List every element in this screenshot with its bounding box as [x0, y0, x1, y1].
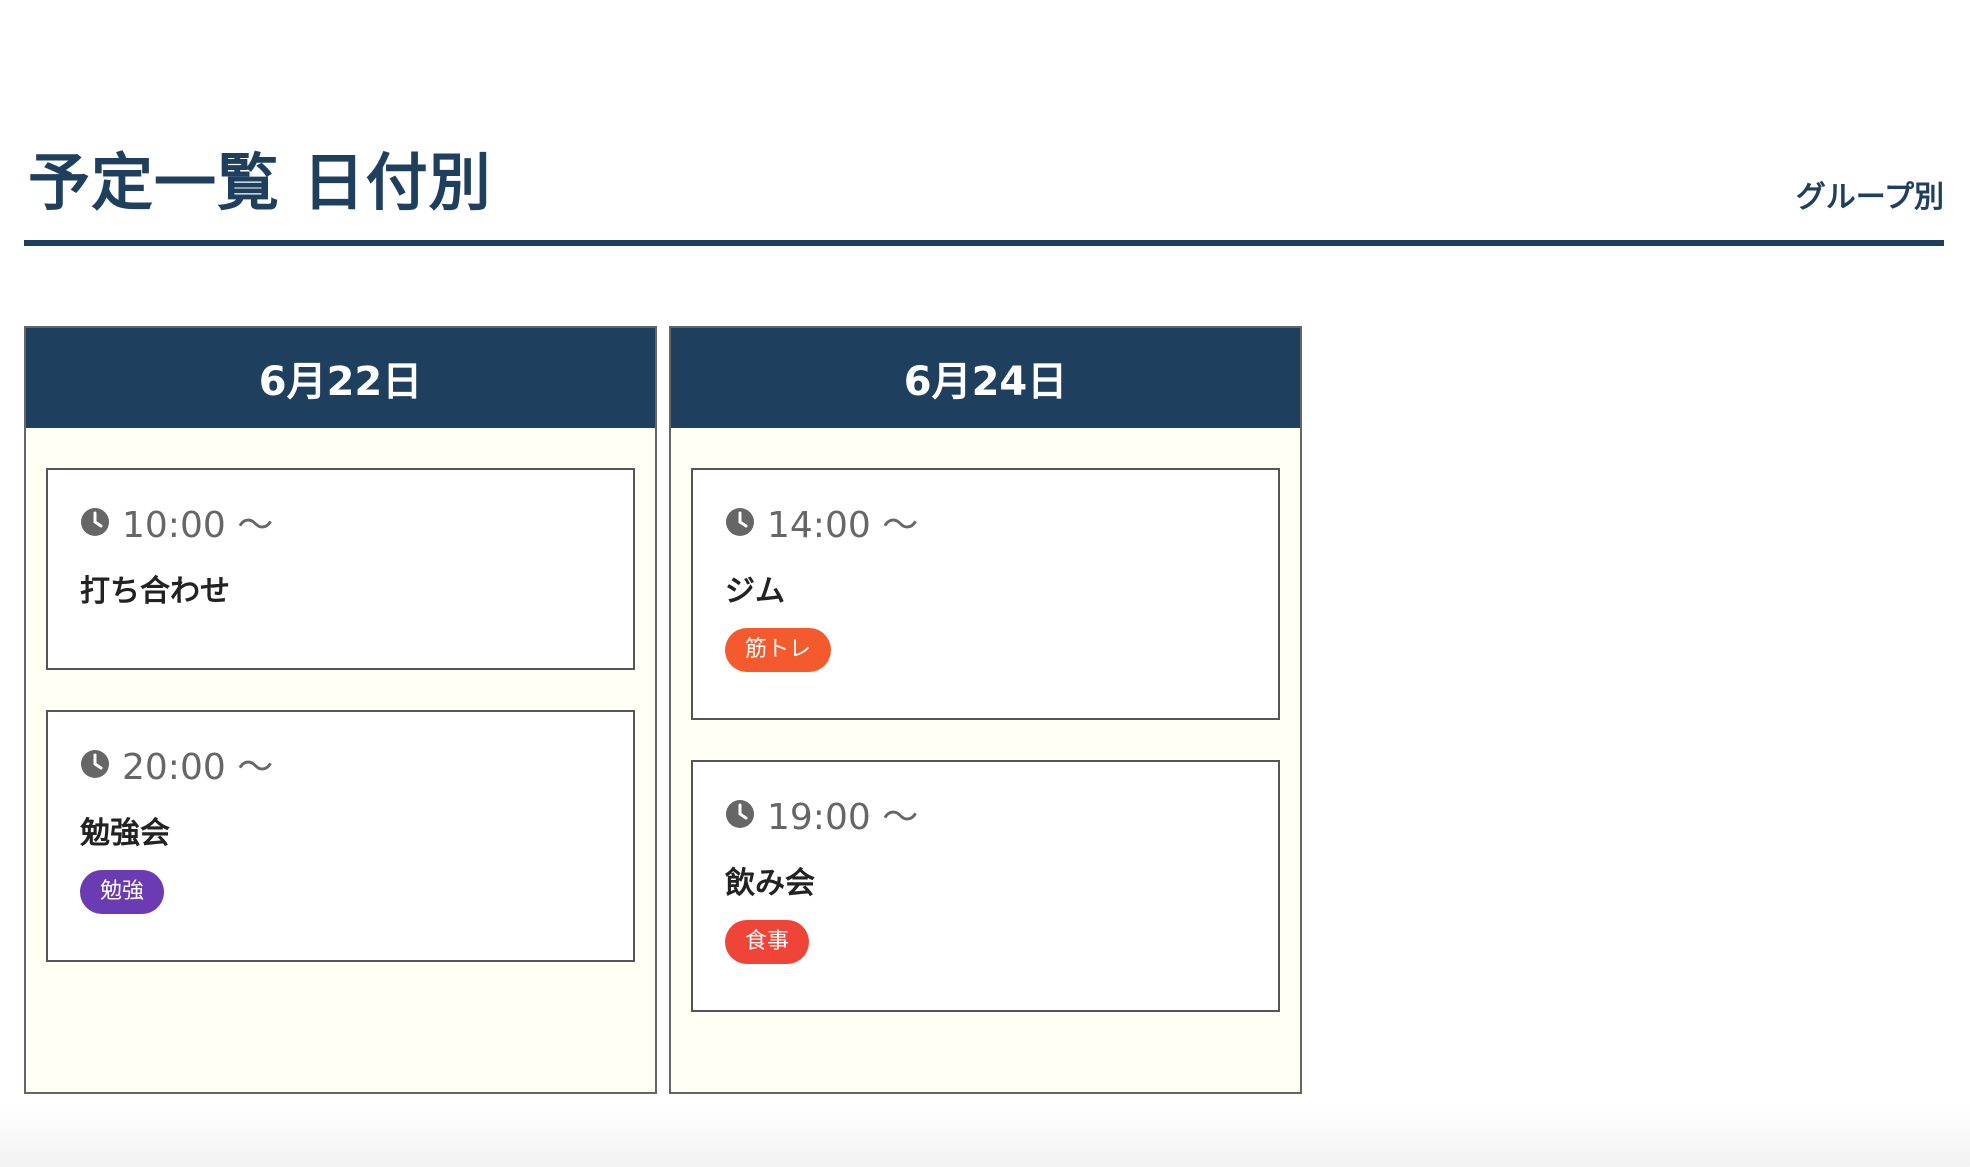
group-view-link[interactable]: グループ別: [1796, 172, 1944, 216]
event-time: 14:00 〜: [725, 500, 1246, 546]
event-card[interactable]: 10:00 〜 打ち合わせ: [46, 468, 635, 670]
event-title: ジム: [725, 574, 785, 609]
event-list: 14:00 〜 ジム 筋トレ 19:00 〜 飲み会 食事: [671, 428, 1300, 1012]
page-title: 予定一覧 日付別: [28, 146, 492, 219]
event-time-label: 19:00 〜: [767, 797, 919, 838]
day-column: 6月24日 14:00 〜 ジム 筋トレ 19:00 〜 飲み会 食事: [669, 326, 1302, 1094]
page-header: 予定一覧 日付別 グループ別: [24, 120, 1944, 246]
event-title: 飲み会: [725, 866, 815, 901]
day-columns: 6月22日 10:00 〜 打ち合わせ 20:00 〜 勉強会 勉強 6月24日…: [24, 326, 1302, 1094]
event-time: 20:00 〜: [80, 742, 601, 788]
event-time-label: 20:00 〜: [122, 747, 274, 788]
day-header: 6月24日: [671, 328, 1300, 428]
clock-icon: [726, 508, 754, 536]
event-card[interactable]: 14:00 〜 ジム 筋トレ: [691, 468, 1280, 720]
event-list: 10:00 〜 打ち合わせ 20:00 〜 勉強会 勉強: [26, 428, 655, 962]
day-column: 6月22日 10:00 〜 打ち合わせ 20:00 〜 勉強会 勉強: [24, 326, 657, 1094]
event-title: 打ち合わせ: [80, 574, 230, 609]
event-tag[interactable]: 勉強: [80, 870, 165, 914]
clock-icon: [81, 750, 109, 778]
clock-icon: [726, 800, 754, 828]
event-time-label: 10:00 〜: [122, 505, 274, 546]
event-title: 勉強会: [80, 816, 170, 851]
day-header: 6月22日: [26, 328, 655, 428]
event-card[interactable]: 19:00 〜 飲み会 食事: [691, 760, 1280, 1012]
event-tag[interactable]: 筋トレ: [725, 628, 832, 672]
event-card[interactable]: 20:00 〜 勉強会 勉強: [46, 710, 635, 962]
event-time: 19:00 〜: [725, 792, 1246, 838]
clock-icon: [81, 508, 109, 536]
bottom-fade: [0, 1109, 1970, 1167]
event-time-label: 14:00 〜: [767, 505, 919, 546]
event-time: 10:00 〜: [80, 500, 601, 546]
event-tag[interactable]: 食事: [725, 920, 810, 964]
page: 予定一覧 日付別 グループ別 6月22日 10:00 〜 打ち合わせ 20:00…: [0, 0, 1970, 1167]
